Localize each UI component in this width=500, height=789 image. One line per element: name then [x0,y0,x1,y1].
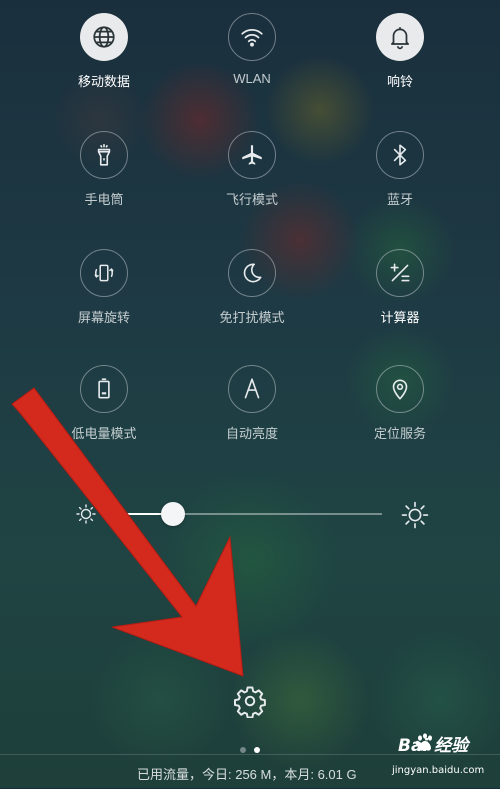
tile-low-power-mode[interactable]: 低电量模式 [44,365,164,442]
tile-mobile-data[interactable]: 移动数据 [44,13,164,90]
flashlight-icon [97,144,111,166]
tile-location-services[interactable]: 定位服务 [340,365,460,442]
calculator-icon [390,263,410,282]
ring-toggle[interactable] [376,13,424,61]
tile-calculator[interactable]: 计算器 [340,249,460,326]
moon-icon [243,263,262,283]
tile-label: 低电量模式 [71,426,137,441]
gear-icon[interactable] [233,684,267,718]
screen-rotate-icon [94,264,114,282]
bell-icon [391,27,409,50]
screen-rotation-toggle[interactable] [80,249,128,297]
page-dot[interactable] [240,747,246,753]
tile-label: 免打扰模式 [219,310,285,325]
flashlight-toggle[interactable] [80,131,128,179]
tile-screen-rotation[interactable]: 屏幕旋转 [44,249,164,326]
tile-wlan[interactable]: WLAN [192,13,312,86]
data-usage-text: 已用流量，今日: 256 M，本月: 6.01 G [137,767,357,782]
tile-label: 自动亮度 [225,426,278,441]
tile-auto-brightness[interactable]: 自动亮度 [192,365,312,442]
airplane-icon [242,145,262,165]
tile-label: 飞行模式 [225,192,278,207]
brightness-thumb[interactable] [161,502,185,526]
auto-brightness-toggle[interactable] [228,365,276,413]
tile-label: 移动数据 [77,74,130,89]
do-not-disturb-toggle[interactable] [228,249,276,297]
mobile-data-toggle[interactable] [80,13,128,61]
tile-label: 计算器 [380,310,420,325]
bluetooth-icon [393,144,407,166]
bluetooth-toggle[interactable] [376,131,424,179]
low-power-mode-toggle[interactable] [80,365,128,413]
location-pin-icon [392,379,408,400]
page-dot[interactable] [254,747,260,753]
tile-airplane-mode[interactable]: 飞行模式 [192,131,312,208]
wifi-icon [241,29,263,47]
letter-a-icon [244,378,260,399]
tile-label: 定位服务 [373,426,426,441]
watermark-url: jingyan.baidu.com [392,765,485,776]
tile-do-not-disturb[interactable]: 免打扰模式 [192,249,312,326]
brightness-slider[interactable] [66,497,436,531]
airplane-mode-toggle[interactable] [228,131,276,179]
tile-label: 蓝牙 [386,192,413,207]
watermark-brand: Bai 经验 [398,736,469,756]
location-services-toggle[interactable] [376,365,424,413]
sun-small-icon [76,504,96,524]
tile-label: 响铃 [386,74,413,89]
tile-bluetooth[interactable]: 蓝牙 [340,131,460,208]
wlan-toggle[interactable] [228,13,276,61]
brightness-track[interactable] [110,502,382,526]
baidu-jingyan-watermark: Bai 经验 jingyan.baidu.com [384,731,494,783]
tile-label: 手电筒 [84,192,124,207]
tile-label: 屏幕旋转 [77,310,130,325]
battery-icon [98,378,110,399]
sun-large-icon [401,501,429,529]
calculator-button[interactable] [376,249,424,297]
tile-label: WLAN [233,71,271,86]
tile-ring[interactable]: 响铃 [340,13,460,90]
tile-flashlight[interactable]: 手电筒 [44,131,164,208]
globe-icon [93,26,115,48]
